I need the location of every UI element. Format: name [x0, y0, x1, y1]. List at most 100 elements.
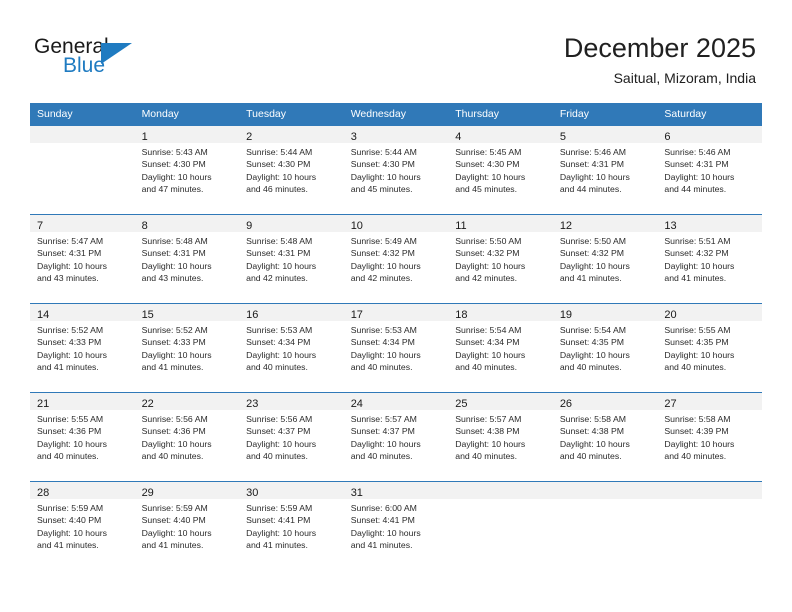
day-number-band: 17 [343, 304, 449, 321]
day-number: 8 [141, 220, 148, 232]
sunset-text: Sunset: 4:31 PM [664, 159, 729, 170]
sunset-text: Sunset: 4:31 PM [141, 248, 206, 259]
day-details: Sunrise: 5:44 AM Sunset: 4:30 PM Daylight:… [239, 143, 344, 196]
calendar-empty-cell [552, 481, 658, 570]
calendar-day-cell[interactable]: 13 Sunrise: 5:51 AM Sunset: 4:32 PM Dayligh… [657, 214, 762, 304]
calendar-day-cell[interactable]: 15 Sunrise: 5:52 AM Sunset: 4:33 PM Dayligh… [134, 303, 240, 393]
day-details: Sunrise: 5:59 AM Sunset: 4:40 PM Daylight:… [135, 499, 240, 552]
column-header-wednesday: Wednesday [343, 103, 449, 126]
title-block: December 2025 Saitual, Mizoram, India [564, 32, 756, 88]
calendar-day-cell[interactable]: 7 Sunrise: 5:47 AM Sunset: 4:31 PM Daylight… [30, 214, 135, 304]
sunrise-text: Sunrise: 5:44 AM [350, 147, 417, 157]
day-details: Sunrise: 5:46 AM Sunset: 4:31 PM Daylight:… [657, 143, 762, 196]
calendar-day-cell[interactable]: 14 Sunrise: 5:52 AM Sunset: 4:33 PM Dayligh… [30, 303, 135, 393]
calendar-day-cell[interactable]: 12 Sunrise: 5:50 AM Sunset: 4:32 PM Dayligh… [552, 214, 658, 304]
day-number: 11 [455, 220, 467, 232]
sunset-text: Sunset: 4:34 PM [455, 337, 520, 348]
day-cell-inner: 6 Sunrise: 5:46 AM Sunset: 4:31 PM Daylight… [657, 126, 762, 214]
column-header-friday: Friday [552, 103, 658, 126]
column-header-saturday: Saturday [657, 103, 762, 126]
daylight-text-line2: and 43 minutes. [37, 273, 99, 284]
brand-name-blue: Blue [63, 54, 106, 77]
day-number: 14 [37, 309, 50, 321]
daylight-text-line1: Daylight: 10 hours [350, 527, 421, 538]
calendar-day-cell[interactable]: 25 Sunrise: 5:57 AM Sunset: 4:38 PM Dayligh… [448, 392, 553, 482]
sunset-text: Sunset: 4:35 PM [664, 337, 729, 348]
sunrise-text: Sunrise: 5:51 AM [664, 236, 731, 246]
sunrise-text: Sunrise: 5:54 AM [559, 325, 626, 335]
day-number: 24 [350, 398, 363, 410]
daylight-text-line1: Daylight: 10 hours [246, 260, 317, 271]
calendar-day-cell[interactable]: 30 Sunrise: 5:59 AM Sunset: 4:41 PM Dayligh… [239, 481, 344, 570]
calendar-table: Sunday Monday Tuesday Wednesday Thursday… [30, 103, 762, 570]
daylight-text-line1: Daylight: 10 hours [559, 171, 630, 182]
calendar-day-cell[interactable]: 29 Sunrise: 5:59 AM Sunset: 4:40 PM Dayligh… [134, 481, 240, 570]
calendar-day-cell[interactable]: 21 Sunrise: 5:55 AM Sunset: 4:36 PM Dayligh… [30, 392, 135, 482]
day-cell-inner: 14 Sunrise: 5:52 AM Sunset: 4:33 PM Dayligh… [30, 304, 135, 392]
sunrise-text: Sunrise: 5:57 AM [455, 414, 522, 424]
daylight-text-line2: and 40 minutes. [559, 362, 622, 373]
sunrise-text: Sunrise: 5:55 AM [664, 325, 731, 335]
calendar-day-cell[interactable]: 17 Sunrise: 5:53 AM Sunset: 4:34 PM Dayligh… [343, 303, 449, 393]
calendar-day-cell[interactable]: 1 Sunrise: 5:43 AM Sunset: 4:30 PM Daylight… [134, 125, 240, 215]
daylight-text-line1: Daylight: 10 hours [455, 260, 526, 271]
day-cell-inner: 3 Sunrise: 5:44 AM Sunset: 4:30 PM Daylight… [343, 126, 449, 214]
sunset-text: Sunset: 4:33 PM [37, 337, 102, 348]
day-cell-inner: 28 Sunrise: 5:59 AM Sunset: 4:40 PM Dayligh… [30, 482, 135, 570]
calendar-day-cell[interactable]: 26 Sunrise: 5:58 AM Sunset: 4:38 PM Dayligh… [552, 392, 658, 482]
day-number-band: 9 [239, 215, 344, 232]
sunrise-text: Sunrise: 5:56 AM [246, 414, 313, 424]
sunrise-text: Sunrise: 5:52 AM [37, 325, 104, 335]
brand-logo[interactable]: General Blue [34, 36, 174, 86]
daylight-text-line2: and 40 minutes. [455, 451, 518, 462]
day-number: 20 [664, 309, 677, 321]
day-details: Sunrise: 5:53 AM Sunset: 4:34 PM Daylight:… [239, 321, 344, 374]
sunrise-text: Sunrise: 5:57 AM [350, 414, 417, 424]
sunset-text: Sunset: 4:35 PM [559, 337, 625, 348]
daylight-text-line2: and 41 minutes. [37, 362, 99, 373]
day-details: Sunrise: 5:51 AM Sunset: 4:32 PM Daylight:… [657, 232, 762, 285]
sunset-text: Sunset: 4:37 PM [350, 426, 415, 437]
day-cell-inner: 21 Sunrise: 5:55 AM Sunset: 4:36 PM Dayligh… [30, 393, 135, 481]
calendar-day-cell[interactable]: 8 Sunrise: 5:48 AM Sunset: 4:31 PM Daylight… [134, 214, 240, 304]
day-cell-inner: 29 Sunrise: 5:59 AM Sunset: 4:40 PM Dayligh… [134, 482, 240, 570]
calendar-week-row: 1 Sunrise: 5:43 AM Sunset: 4:30 PM Daylight… [30, 125, 762, 215]
sunset-text: Sunset: 4:34 PM [246, 337, 311, 348]
day-cell-inner: 18 Sunrise: 5:54 AM Sunset: 4:34 PM Dayligh… [448, 304, 553, 392]
calendar-page: General Blue December 2025 Saitual, Mizo… [0, 0, 792, 612]
daylight-text-line2: and 46 minutes. [246, 184, 308, 195]
calendar-day-cell[interactable]: 3 Sunrise: 5:44 AM Sunset: 4:30 PM Daylight… [343, 125, 449, 215]
calendar-day-cell[interactable]: 2 Sunrise: 5:44 AM Sunset: 4:30 PM Daylight… [239, 125, 344, 215]
day-number: 30 [246, 487, 259, 499]
calendar-day-cell[interactable]: 24 Sunrise: 5:57 AM Sunset: 4:37 PM Dayligh… [343, 392, 449, 482]
day-number-band: 18 [448, 304, 553, 321]
calendar-day-cell[interactable]: 31 Sunrise: 6:00 AM Sunset: 4:41 PM Dayligh… [343, 481, 449, 570]
calendar-day-cell[interactable]: 27 Sunrise: 5:58 AM Sunset: 4:39 PM Dayligh… [657, 392, 762, 482]
sunrise-text: Sunrise: 5:43 AM [141, 147, 208, 157]
calendar-day-cell[interactable]: 5 Sunrise: 5:46 AM Sunset: 4:31 PM Daylight… [552, 125, 658, 215]
day-details: Sunrise: 5:52 AM Sunset: 4:33 PM Daylight:… [30, 321, 135, 374]
sunrise-text: Sunrise: 5:45 AM [455, 147, 522, 157]
calendar-day-cell[interactable]: 16 Sunrise: 5:53 AM Sunset: 4:34 PM Dayligh… [239, 303, 344, 393]
calendar-day-cell[interactable]: 9 Sunrise: 5:48 AM Sunset: 4:31 PM Daylight… [239, 214, 344, 304]
calendar-day-cell[interactable]: 22 Sunrise: 5:56 AM Sunset: 4:36 PM Dayligh… [134, 392, 240, 482]
sunrise-text: Sunrise: 5:59 AM [246, 503, 313, 513]
day-cell-inner: 1 Sunrise: 5:43 AM Sunset: 4:30 PM Daylight… [134, 126, 240, 214]
calendar-day-cell[interactable]: 28 Sunrise: 5:59 AM Sunset: 4:40 PM Dayligh… [30, 481, 135, 570]
calendar-day-cell[interactable]: 19 Sunrise: 5:54 AM Sunset: 4:35 PM Dayligh… [552, 303, 658, 393]
daylight-text-line1: Daylight: 10 hours [559, 438, 630, 449]
day-number: 22 [141, 398, 154, 410]
sunrise-text: Sunrise: 5:48 AM [246, 236, 313, 246]
day-details: Sunrise: 5:55 AM Sunset: 4:35 PM Daylight:… [657, 321, 762, 374]
calendar-day-cell[interactable]: 20 Sunrise: 5:55 AM Sunset: 4:35 PM Dayligh… [657, 303, 762, 393]
daylight-text-line1: Daylight: 10 hours [559, 260, 630, 271]
calendar-day-cell[interactable]: 10 Sunrise: 5:49 AM Sunset: 4:32 PM Dayligh… [343, 214, 449, 304]
calendar-day-cell[interactable]: 23 Sunrise: 5:56 AM Sunset: 4:37 PM Dayligh… [239, 392, 344, 482]
calendar-day-cell[interactable]: 6 Sunrise: 5:46 AM Sunset: 4:31 PM Daylight… [657, 125, 762, 215]
day-details: Sunrise: 5:57 AM Sunset: 4:37 PM Daylight:… [344, 410, 449, 463]
calendar-day-cell[interactable]: 11 Sunrise: 5:50 AM Sunset: 4:32 PM Dayligh… [448, 214, 553, 304]
day-details: Sunrise: 5:57 AM Sunset: 4:38 PM Daylight:… [448, 410, 553, 463]
calendar-day-cell[interactable]: 18 Sunrise: 5:54 AM Sunset: 4:34 PM Dayligh… [448, 303, 553, 393]
calendar-day-cell[interactable]: 4 Sunrise: 5:45 AM Sunset: 4:30 PM Daylight… [448, 125, 553, 215]
day-details: Sunrise: 5:49 AM Sunset: 4:32 PM Daylight:… [344, 232, 449, 285]
